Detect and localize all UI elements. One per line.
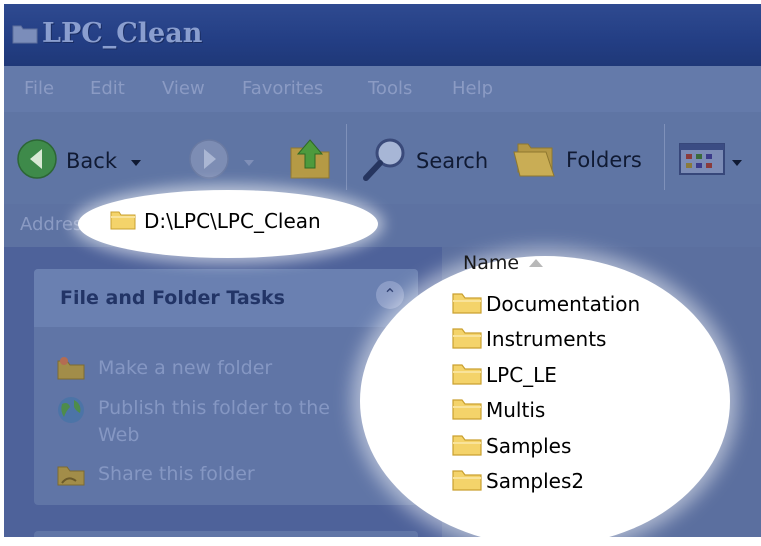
title-bar[interactable]: LPC_Clean	[4, 4, 761, 66]
globe-icon	[56, 395, 86, 429]
address-path: D:\LPC\LPC_Clean	[144, 209, 321, 233]
column-header-name[interactable]: Name	[463, 252, 544, 274]
search-label: Search	[416, 149, 489, 173]
up-folder-button[interactable]	[288, 134, 332, 184]
list-item[interactable]: Samples	[452, 432, 571, 460]
list-item[interactable]: Samples2	[452, 467, 584, 495]
folder-name: Instruments	[486, 327, 607, 351]
search-button[interactable]: Search	[362, 136, 488, 186]
folder-name: LPC_LE	[486, 363, 557, 387]
folder-icon	[452, 396, 482, 424]
menu-view[interactable]: View	[162, 78, 205, 99]
toolbar-separator	[346, 124, 347, 190]
list-item[interactable]: Instruments	[452, 325, 606, 353]
share-folder-icon	[56, 461, 86, 491]
chevron-down-icon[interactable]	[732, 152, 742, 171]
task-share-folder[interactable]: Share this folder	[56, 461, 358, 491]
folder-name: Samples	[486, 434, 572, 458]
panel-header[interactable]: File and Folder Tasks ⌃	[34, 269, 418, 327]
list-item[interactable]: LPC_LE	[452, 361, 557, 389]
views-icon	[678, 142, 726, 180]
folder-icon	[452, 325, 482, 353]
menu-tools[interactable]: Tools	[368, 78, 412, 99]
folder-icon	[452, 467, 482, 495]
toolbar: Back Search Folders	[4, 112, 761, 204]
menu-edit[interactable]: Edit	[90, 78, 125, 99]
folder-name: Samples2	[486, 469, 585, 493]
back-button[interactable]: Back	[16, 138, 141, 184]
list-item[interactable]: Multis	[452, 396, 545, 424]
search-icon	[362, 136, 408, 186]
chevron-down-icon[interactable]	[244, 152, 254, 171]
sort-ascending-icon	[529, 259, 544, 267]
task-make-new-folder[interactable]: Make a new folder	[56, 355, 358, 385]
task-label: Publish this folder to the Web	[98, 397, 330, 446]
folders-icon	[512, 138, 558, 182]
back-label: Back	[66, 149, 117, 173]
folder-icon	[452, 361, 482, 389]
folders-button[interactable]: Folders	[512, 138, 642, 182]
window-title: LPC_Clean	[42, 18, 203, 49]
list-item[interactable]: Documentation	[452, 290, 640, 318]
forward-icon	[188, 138, 230, 184]
folder-name: Documentation	[486, 292, 641, 316]
folders-label: Folders	[566, 148, 642, 172]
other-places-panel[interactable]	[34, 531, 418, 537]
menu-file[interactable]: File	[24, 78, 54, 99]
menu-bar: File Edit View Favorites Tools Help	[4, 66, 761, 112]
task-publish-to-web[interactable]: Publish this folder to the Web	[56, 395, 358, 449]
folder-name: Multis	[486, 398, 546, 422]
folder-icon	[110, 208, 136, 234]
forward-button[interactable]	[188, 138, 254, 184]
views-button[interactable]	[678, 142, 742, 180]
task-label: Make a new folder	[98, 357, 273, 379]
folder-icon	[12, 22, 38, 48]
folder-icon	[452, 290, 482, 318]
menu-help[interactable]: Help	[452, 78, 493, 99]
toolbar-separator	[664, 124, 665, 190]
back-icon	[16, 138, 58, 184]
panel-title: File and Folder Tasks	[60, 287, 285, 309]
folder-icon	[452, 432, 482, 460]
up-folder-icon	[288, 134, 332, 184]
menu-favorites[interactable]: Favorites	[242, 78, 323, 99]
chevron-down-icon[interactable]	[130, 152, 141, 171]
new-folder-icon	[56, 355, 86, 385]
column-name-label: Name	[463, 252, 520, 274]
task-label: Share this folder	[98, 463, 255, 485]
address-field[interactable]: D:\LPC\LPC_Clean	[110, 208, 321, 234]
collapse-icon[interactable]: ⌃	[376, 281, 404, 309]
left-edge	[0, 0, 4, 541]
